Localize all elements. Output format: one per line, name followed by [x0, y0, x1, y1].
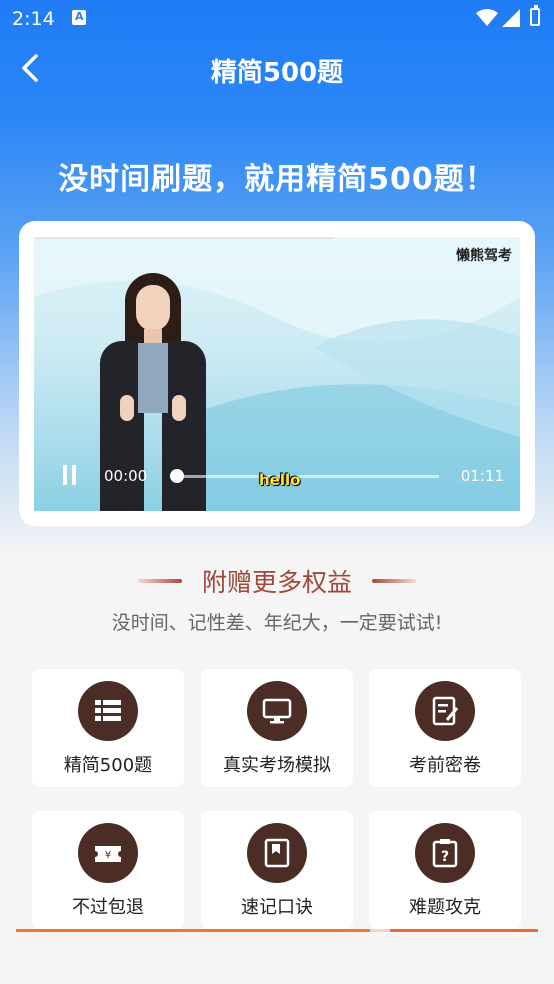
pause-button[interactable] — [60, 465, 80, 487]
tile-label: 精简500题 — [63, 755, 153, 776]
benefit-tile-hard-questions[interactable]: ? 难题攻克 — [369, 811, 521, 929]
list-icon — [78, 681, 138, 741]
accessibility-notification-icon — [72, 10, 86, 25]
video-total-time: 01:11 — [460, 467, 504, 485]
video-seek-thumb[interactable] — [170, 469, 184, 483]
battery-icon — [530, 5, 540, 26]
benefits-subtitle: 没时间、记性差、年纪大，一定要试试! — [111, 612, 443, 634]
benefits-title: 附赠更多权益 — [201, 568, 352, 597]
bookmark-book-icon — [247, 823, 307, 883]
monitor-icon — [247, 681, 307, 741]
svg-text:¥: ¥ — [105, 850, 111, 861]
title-decoration-right — [372, 579, 416, 583]
video-watermark: 懒熊驾考 — [456, 248, 512, 264]
tile-label: 真实考场模拟 — [223, 755, 331, 776]
video-seek-bar[interactable] — [177, 475, 439, 478]
wifi-icon — [476, 9, 498, 26]
question-clipboard-icon: ? — [415, 823, 475, 883]
signal-icon — [502, 9, 520, 27]
video-current-time: 00:00 — [104, 467, 148, 485]
page-title: 精简500题 — [210, 58, 344, 88]
video-subtitle: hello — [259, 471, 301, 489]
video-player[interactable]: 懒熊驾考 00:00 hello 01:11 — [34, 237, 520, 511]
tile-label: 速记口诀 — [241, 897, 313, 918]
bottom-progress-gap — [370, 929, 390, 932]
svg-text:?: ? — [441, 849, 449, 865]
bottom-progress-left — [16, 929, 370, 932]
tile-label: 难题攻克 — [409, 897, 481, 918]
video-card: 懒熊驾考 00:00 hello 01:11 — [19, 221, 535, 526]
status-bar: 2:14 — [0, 0, 554, 38]
benefit-tile-refund[interactable]: ¥ 不过包退 — [32, 811, 184, 929]
benefit-tile-secret-paper[interactable]: 考前密卷 — [369, 669, 521, 787]
benefit-tile-jingjian500[interactable]: 精简500题 — [32, 669, 184, 787]
bottom-progress-right — [390, 929, 538, 932]
benefit-tile-mnemonics[interactable]: 速记口诀 — [201, 811, 353, 929]
tile-label: 考前密卷 — [409, 755, 481, 776]
benefits-header: 附赠更多权益 — [0, 563, 554, 599]
hero-headline: 没时间刷题，就用精简500题！ — [58, 162, 496, 197]
status-time: 2:14 — [12, 8, 55, 30]
benefit-tile-exam-simulation[interactable]: 真实考场模拟 — [201, 669, 353, 787]
refund-ticket-icon: ¥ — [78, 823, 138, 883]
exam-paper-icon — [415, 681, 475, 741]
tile-label: 不过包退 — [72, 897, 144, 918]
